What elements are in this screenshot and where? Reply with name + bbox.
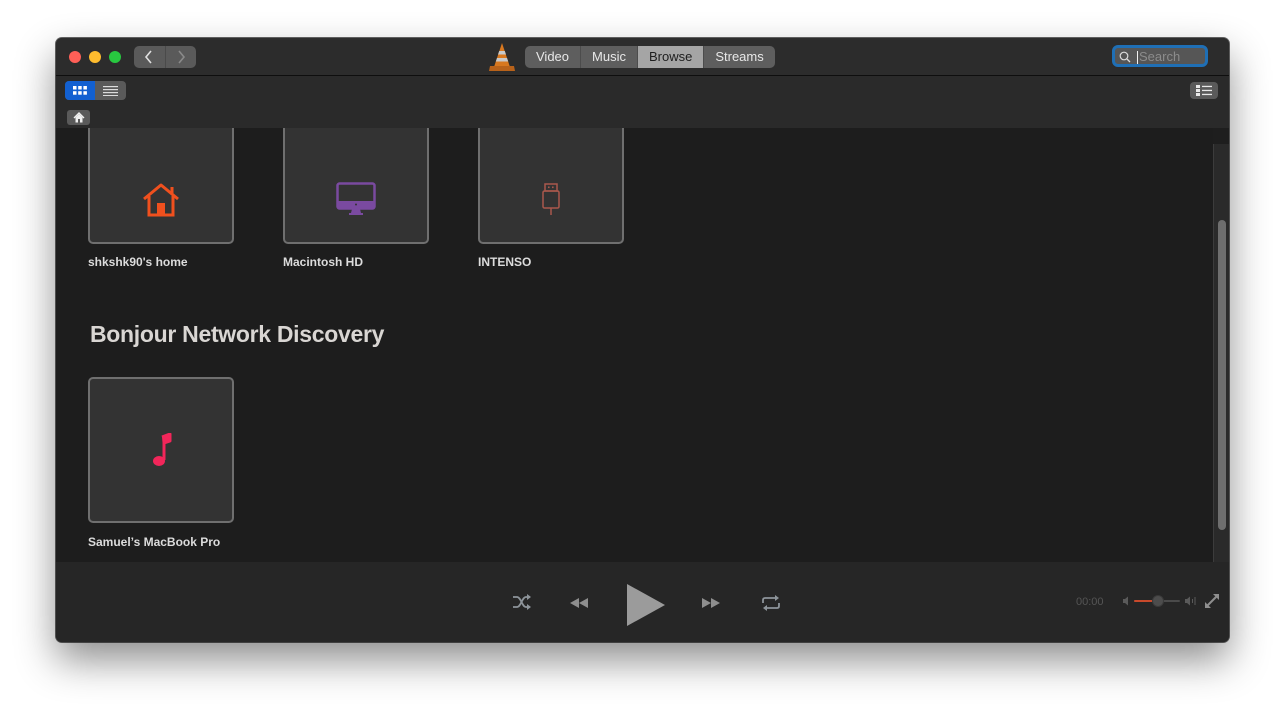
imac-icon bbox=[336, 182, 376, 215]
tab-browse[interactable]: Browse bbox=[637, 46, 705, 68]
close-window-button[interactable] bbox=[69, 51, 81, 63]
location-label: INTENSO bbox=[478, 255, 532, 269]
zoom-window-button[interactable] bbox=[109, 51, 121, 63]
browse-content: shkshk90's home Macintosh HD INTENSO Bon… bbox=[56, 128, 1213, 562]
library-tabs: Video Music Browse Streams bbox=[525, 46, 775, 68]
volume-slider[interactable] bbox=[1134, 595, 1180, 607]
detail-list-icon bbox=[1196, 85, 1212, 96]
network-item-label: Samuel’s MacBook Pro bbox=[88, 535, 221, 549]
volume-knob[interactable] bbox=[1152, 595, 1164, 607]
list-view-button[interactable] bbox=[95, 81, 125, 100]
play-button[interactable] bbox=[625, 583, 667, 627]
grid-view-button[interactable] bbox=[65, 81, 95, 100]
next-button[interactable] bbox=[701, 598, 721, 608]
previous-button[interactable] bbox=[569, 598, 589, 608]
fast-forward-icon bbox=[702, 598, 720, 608]
playback-controls: 00:00 bbox=[56, 562, 1229, 642]
tab-video[interactable]: Video bbox=[525, 46, 582, 68]
home-icon bbox=[73, 112, 84, 123]
text-caret bbox=[1137, 51, 1138, 64]
tab-music[interactable]: Music bbox=[581, 46, 638, 68]
vlc-logo-icon bbox=[489, 43, 515, 71]
location-label: shkshk90's home bbox=[88, 255, 188, 269]
location-card-home[interactable] bbox=[88, 128, 234, 244]
chevron-left-icon bbox=[145, 50, 152, 64]
search-input[interactable]: Search bbox=[1112, 45, 1208, 67]
rewind-icon bbox=[570, 598, 588, 608]
back-button[interactable] bbox=[134, 46, 165, 68]
section-title-bonjour: Bonjour Network Discovery bbox=[90, 321, 385, 347]
network-card-macbook-pro[interactable] bbox=[88, 377, 234, 523]
minimize-window-button[interactable] bbox=[89, 51, 101, 63]
volume-high-icon[interactable] bbox=[1184, 596, 1196, 606]
vlc-window: Video Music Browse Streams Search shkshk… bbox=[56, 38, 1229, 642]
sidebar-toggle-button[interactable] bbox=[1190, 82, 1218, 99]
shuffle-button[interactable] bbox=[512, 594, 532, 610]
repeat-button[interactable] bbox=[761, 595, 781, 611]
search-placeholder: Search bbox=[1139, 49, 1181, 64]
music-note-icon bbox=[153, 433, 172, 466]
breadcrumb-home-button[interactable] bbox=[67, 110, 90, 125]
repeat-icon bbox=[762, 595, 780, 611]
chevron-right-icon bbox=[178, 50, 185, 64]
forward-button[interactable] bbox=[164, 46, 197, 68]
play-icon bbox=[627, 584, 665, 626]
search-icon bbox=[1119, 51, 1131, 63]
elapsed-time: 00:00 bbox=[1076, 596, 1104, 608]
usb-drive-icon bbox=[542, 183, 560, 215]
title-bar: Video Music Browse Streams Search bbox=[56, 38, 1229, 76]
browse-toolbar bbox=[56, 76, 1229, 128]
location-card-intenso[interactable] bbox=[478, 128, 624, 244]
volume-low-icon[interactable] bbox=[1122, 596, 1130, 606]
view-mode-toggle bbox=[65, 81, 126, 100]
location-label: Macintosh HD bbox=[283, 255, 364, 269]
grid-icon bbox=[73, 86, 87, 95]
navigation-buttons bbox=[134, 46, 196, 68]
location-card-macintosh-hd[interactable] bbox=[283, 128, 429, 244]
shuffle-icon bbox=[513, 594, 531, 610]
home-icon bbox=[143, 183, 179, 217]
scrollbar-thumb[interactable] bbox=[1218, 220, 1226, 530]
fullscreen-icon[interactable] bbox=[1204, 593, 1220, 609]
tab-streams[interactable]: Streams bbox=[704, 46, 774, 68]
vertical-scrollbar[interactable] bbox=[1213, 144, 1229, 562]
list-icon bbox=[102, 85, 118, 96]
